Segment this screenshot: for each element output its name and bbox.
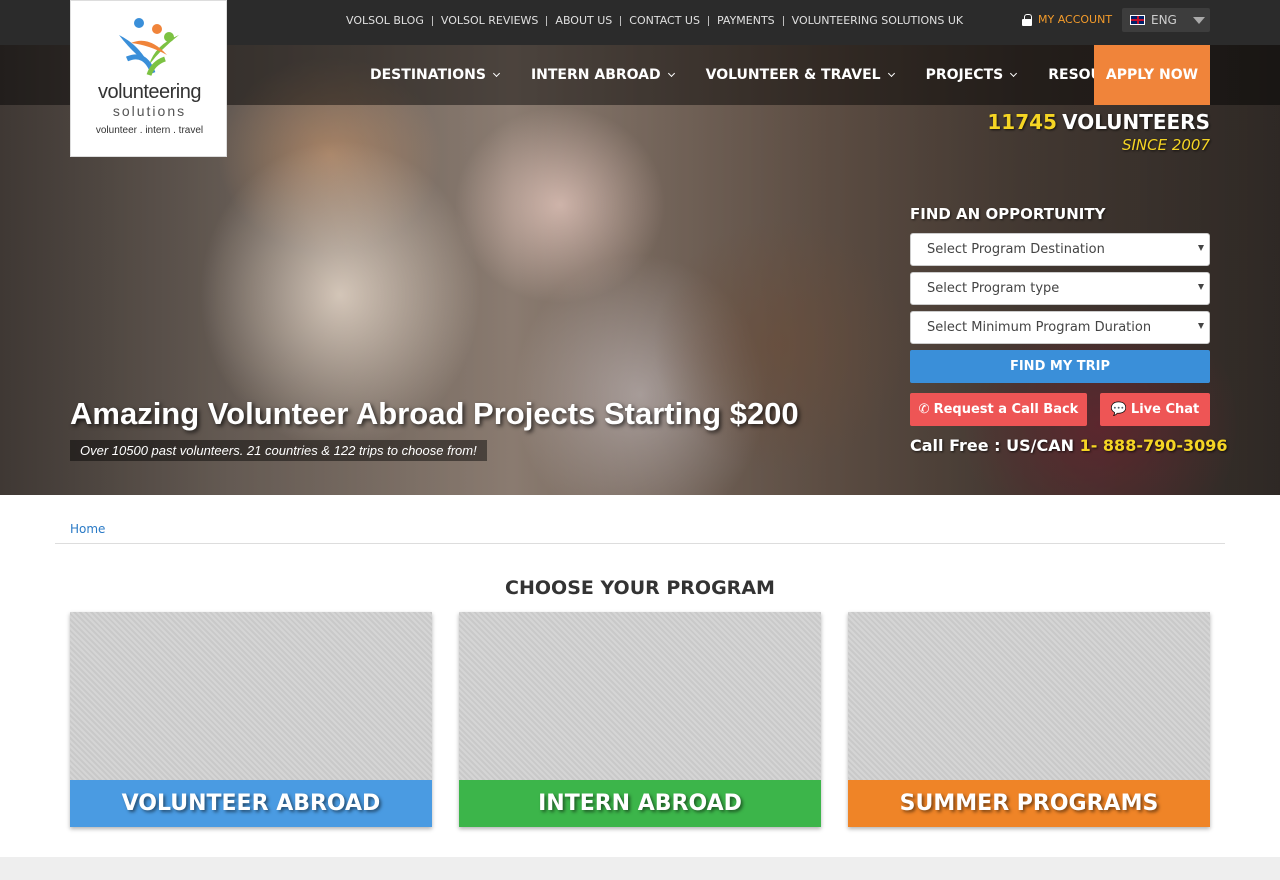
chevron-down-icon — [1010, 69, 1018, 78]
program-card-label: VOLUNTEER ABROAD — [70, 780, 432, 827]
nav-label: VOLUNTEER & TRAVEL — [705, 67, 881, 83]
top-links: VOLSOL BLOG VOLSOL REVIEWS ABOUT US CONT… — [338, 14, 971, 28]
dropdown-arrow-icon — [1198, 323, 1204, 329]
phone-number[interactable]: 1- 888-790-3096 — [1080, 436, 1228, 455]
uk-flag-icon — [1130, 15, 1145, 25]
duration-select-value: Select Minimum Program Duration — [927, 320, 1152, 335]
since-year: SINCE 2007 — [1121, 136, 1210, 154]
top-link-contact[interactable]: CONTACT US — [621, 14, 708, 28]
opportunity-finder: FIND AN OPPORTUNITY Select Program Desti… — [910, 205, 1228, 455]
language-selector[interactable]: ENG — [1122, 8, 1210, 32]
phone-icon: ✆ — [918, 402, 930, 417]
nav-intern-abroad[interactable]: INTERN ABROAD — [515, 67, 690, 83]
chevron-down-icon — [667, 69, 675, 78]
dropdown-arrow-icon — [1198, 245, 1204, 251]
logo-figures-icon — [119, 18, 179, 76]
nav-projects[interactable]: PROJECTS — [910, 67, 1033, 83]
request-callback-button[interactable]: ✆ Request a Call Back — [910, 393, 1087, 426]
program-type-select[interactable]: Select Program type — [910, 272, 1210, 305]
volunteer-counter: 11745 VOLUNTEERS SINCE 2007 — [987, 110, 1210, 154]
finder-title: FIND AN OPPORTUNITY — [910, 205, 1106, 223]
nav-label: DESTINATIONS — [370, 67, 486, 83]
top-link-blog[interactable]: VOLSOL BLOG — [338, 14, 432, 28]
chevron-down-icon — [492, 69, 500, 78]
live-chat-button[interactable]: 💬 Live Chat — [1100, 393, 1210, 426]
volunteer-count-label: VOLUNTEERS — [1062, 110, 1210, 134]
call-free-prefix: Call Free : US/CAN — [910, 436, 1074, 455]
hero-subline: Over 10500 past volunteers. 21 countries… — [70, 440, 487, 461]
divider — [55, 543, 1225, 544]
chevron-down-icon — [887, 69, 895, 78]
site-logo[interactable]: volunteering solutions volunteer . inter… — [70, 0, 227, 157]
nav-volunteer-travel[interactable]: VOLUNTEER & TRAVEL — [690, 67, 910, 83]
top-link-reviews[interactable]: VOLSOL REVIEWS — [433, 14, 547, 28]
duration-select[interactable]: Select Minimum Program Duration — [910, 311, 1210, 344]
hero-headline: Amazing Volunteer Abroad Projects Starti… — [70, 396, 799, 431]
nav-destinations[interactable]: DESTINATIONS — [354, 67, 515, 83]
nav-label: INTERN ABROAD — [530, 67, 661, 83]
lock-icon — [1022, 13, 1032, 26]
program-card-summer[interactable]: SUMMER PROGRAMS — [848, 612, 1210, 827]
apply-now-button[interactable]: APPLY NOW — [1094, 45, 1210, 105]
volunteer-count: 11745 — [987, 110, 1057, 134]
destination-select[interactable]: Select Program Destination — [910, 233, 1210, 266]
chat-icon: 💬 — [1110, 402, 1127, 417]
destination-select-value: Select Program Destination — [927, 242, 1105, 257]
program-type-select-value: Select Program type — [927, 281, 1060, 296]
program-card-volunteer[interactable]: VOLUNTEER ABROAD — [70, 612, 432, 827]
language-label: ENG — [1151, 13, 1177, 27]
program-card-intern[interactable]: INTERN ABROAD — [459, 612, 821, 827]
nav-label: PROJECTS — [925, 67, 1004, 83]
logo-wordmark-2: solutions — [112, 103, 187, 119]
program-card-label: SUMMER PROGRAMS — [848, 780, 1210, 827]
logo-tagline: volunteer . intern . travel — [95, 125, 204, 136]
top-link-payments[interactable]: PAYMENTS — [709, 14, 783, 28]
program-card-label: INTERN ABROAD — [459, 780, 821, 827]
logo-wordmark: volunteering — [98, 81, 201, 103]
footer-strip — [0, 857, 1280, 880]
breadcrumb-home[interactable]: Home — [70, 522, 105, 536]
top-link-about[interactable]: ABOUT US — [547, 14, 620, 28]
live-chat-label: Live Chat — [1130, 402, 1200, 417]
section-title: CHOOSE YOUR PROGRAM — [505, 577, 775, 599]
caret-down-icon — [1192, 16, 1205, 24]
find-my-trip-button[interactable]: FIND MY TRIP — [910, 350, 1210, 383]
top-link-uk[interactable]: VOLUNTEERING SOLUTIONS UK — [784, 14, 971, 28]
my-account-label: MY ACCOUNT — [1038, 13, 1113, 26]
callback-label: Request a Call Back — [933, 402, 1079, 417]
dropdown-arrow-icon — [1198, 284, 1204, 290]
my-account-link[interactable]: MY ACCOUNT — [1022, 13, 1112, 26]
call-free: Call Free : US/CAN 1- 888-790-3096 — [910, 436, 1228, 455]
